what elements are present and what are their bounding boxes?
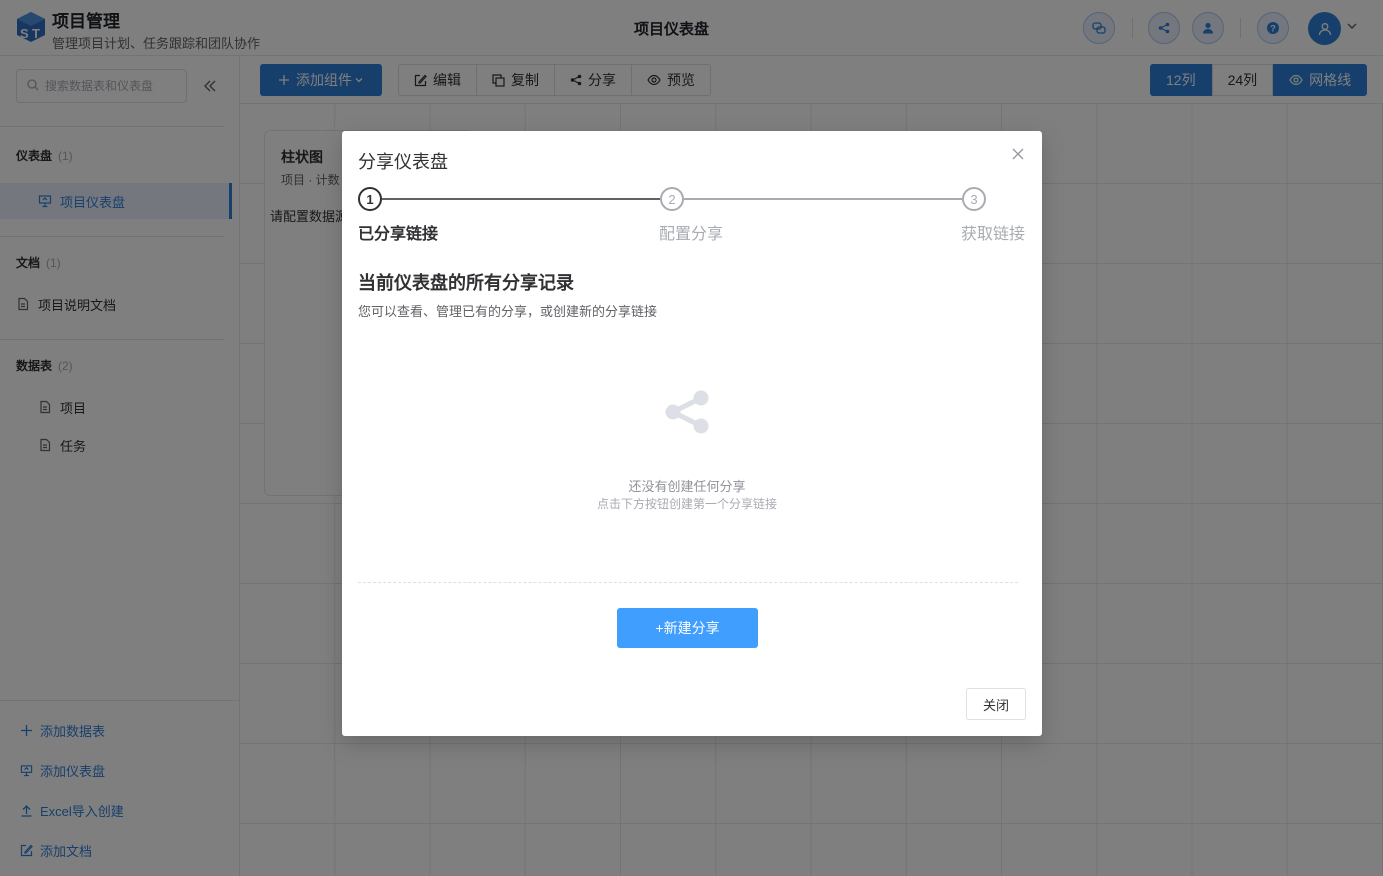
step-2-label: 配置分享	[659, 226, 724, 243]
share-dashboard-dialog: 分享仪表盘 1 2 3 已分享链接 配置分享 获取链接 当前仪表盘的所有分享记录…	[342, 131, 1042, 736]
close-icon[interactable]	[1011, 147, 1025, 161]
step-connector	[382, 198, 660, 200]
dialog-title: 分享仪表盘	[358, 152, 448, 172]
close-button[interactable]: 关闭	[966, 688, 1026, 720]
share-records-description: 您可以查看、管理已有的分享，或创建新的分享链接	[358, 304, 658, 319]
step-2-circle: 2	[660, 187, 684, 211]
empty-state-title: 还没有创建任何分享	[628, 479, 746, 494]
step-3-circle: 3	[962, 187, 986, 211]
new-share-button[interactable]: +新建分享	[617, 608, 758, 648]
step-connector	[684, 198, 962, 200]
step-3-label: 获取链接	[961, 226, 1026, 243]
empty-state-hint: 点击下方按钮创建第一个分享链接	[596, 497, 777, 511]
step-1-circle: 1	[358, 187, 382, 211]
share-records-heading: 当前仪表盘的所有分享记录	[358, 273, 574, 293]
share-empty-icon	[665, 390, 709, 434]
divider	[358, 582, 1018, 583]
step-1-label: 已分享链接	[358, 226, 439, 243]
